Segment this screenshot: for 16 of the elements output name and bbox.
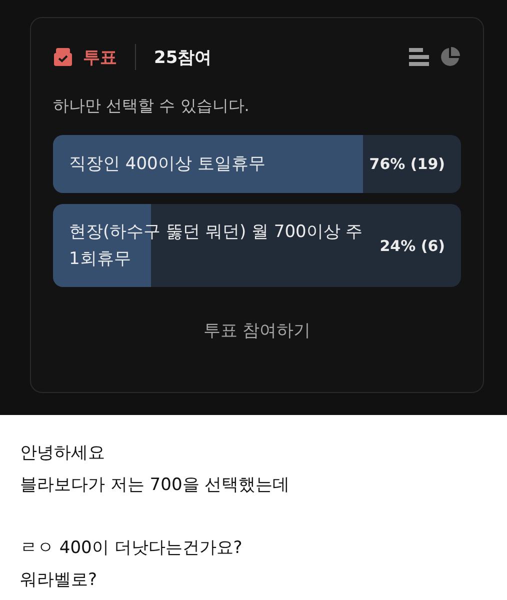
bar-chart-icon[interactable]: [409, 48, 429, 66]
post-text-line: 블라보다가 저는 700을 선택했는데: [20, 474, 291, 497]
option-text: 직장인 400이상 토일휴무: [68, 152, 266, 176]
pie-chart-icon[interactable]: [439, 46, 461, 68]
poll-option[interactable]: 직장인 400이상 토일휴무 76% (19): [53, 135, 461, 193]
result-text: 76% (19): [369, 155, 446, 173]
ballot-box-icon: [53, 47, 73, 67]
result-text: 24% (6): [380, 236, 446, 254]
post-text-line: ㄹㅇ 400이 더낫다는건가요?: [20, 537, 244, 560]
option-text: 현장(하수구 뚫던 뭐던) 월 700이상 주1회휴무: [68, 221, 364, 270]
post-text-line: 안녕하세요: [20, 442, 106, 465]
participant-count: 25참여: [154, 46, 212, 68]
poll-label: 투표: [83, 46, 117, 68]
instruction-text: 하나만 선택할 수 있습니다.: [53, 96, 250, 117]
vote-button[interactable]: 투표 참여하기: [193, 315, 321, 346]
post-text-line: 워라벨로?: [20, 569, 98, 592]
